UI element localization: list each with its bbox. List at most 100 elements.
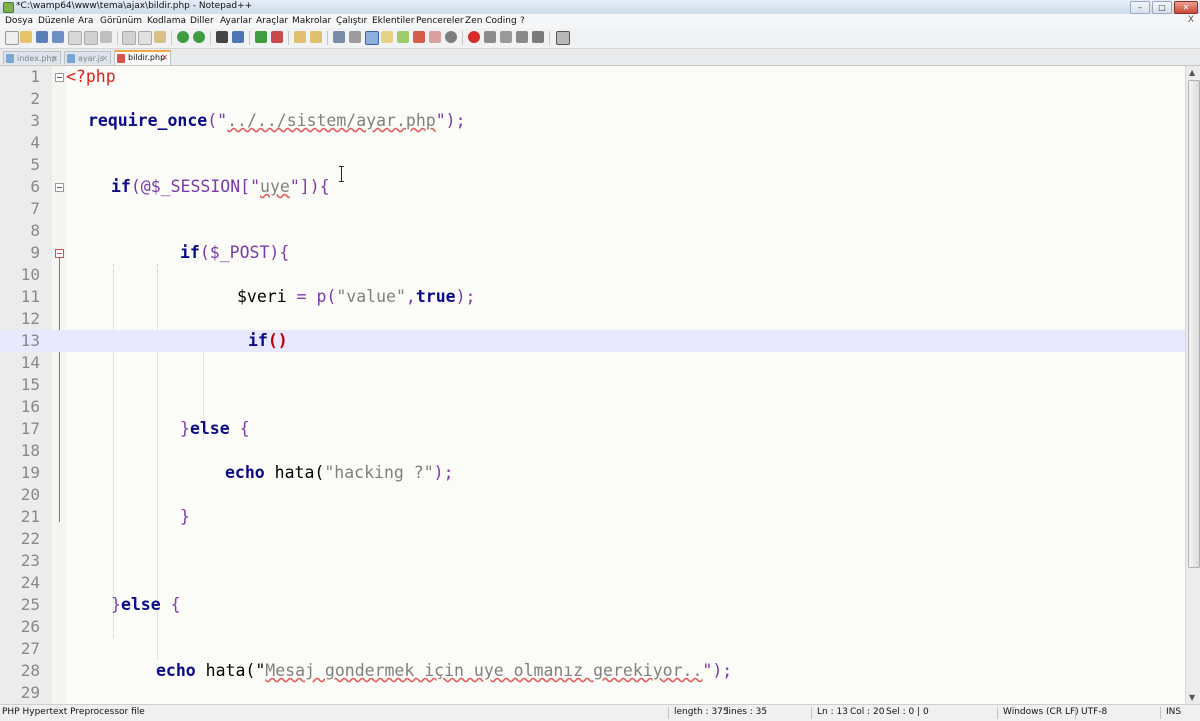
replace-icon[interactable] (232, 31, 244, 43)
zoom-out-icon[interactable] (271, 31, 283, 43)
code-text: if(@$_SESSION["uye"]){ (111, 177, 330, 196)
line-number: 2 (30, 89, 40, 108)
line-number: 28 (20, 661, 40, 680)
status-divider (1075, 707, 1076, 719)
save-macro-icon[interactable] (532, 31, 544, 43)
status-bar: PHP Hypertext Preprocessor file length :… (0, 704, 1200, 721)
code-line: 15 (0, 374, 1185, 396)
modified-file-icon (117, 54, 125, 63)
scrollbar-thumb[interactable] (1188, 80, 1200, 568)
doc-map-icon[interactable] (397, 31, 409, 43)
menu-gorunum[interactable]: Görünüm (100, 16, 142, 26)
tab-close-icon[interactable]: ✕ (101, 52, 108, 65)
menu-calistir[interactable]: Çalıştır (336, 16, 367, 26)
menu-ayarlar[interactable]: Ayarlar (220, 16, 252, 26)
menu-araclar[interactable]: Araçlar (256, 16, 288, 26)
tab-label: ayar.js (78, 54, 105, 63)
scroll-down-icon[interactable]: ▼ (1189, 693, 1195, 702)
menu-makrolar[interactable]: Makrolar (292, 16, 331, 26)
indent-guide-icon[interactable] (365, 31, 379, 45)
sync-horizontal-icon[interactable] (310, 31, 322, 43)
play-macro-icon[interactable] (500, 31, 512, 43)
vertical-scrollbar[interactable]: ▲ ▼ (1185, 66, 1200, 704)
stop-macro-icon[interactable] (484, 31, 496, 43)
find-icon[interactable] (216, 31, 228, 43)
file-icon (67, 54, 75, 63)
new-file-icon[interactable] (5, 31, 19, 45)
word-wrap-icon[interactable] (333, 31, 345, 43)
code-line: 26 (0, 616, 1185, 638)
close-file-icon[interactable] (68, 31, 82, 45)
save-icon[interactable] (36, 31, 48, 43)
close-button[interactable]: ✕ (1174, 1, 1198, 14)
code-text: }else { (180, 419, 250, 438)
code-line: 16 (0, 396, 1185, 418)
minimize-button[interactable]: – (1130, 1, 1150, 14)
code-text: echo hata("hacking ?"); (225, 463, 454, 482)
code-line: 21 } (0, 506, 1185, 528)
tab-close-icon[interactable]: ✕ (51, 52, 58, 65)
line-number: 13 (20, 331, 40, 350)
menu-zen-coding[interactable]: Zen Coding (465, 16, 517, 26)
tab-index-php[interactable]: index.php ✕ (3, 51, 61, 64)
zoom-in-icon[interactable] (255, 31, 267, 43)
code-text: if($_POST){ (180, 243, 290, 262)
fold-toggle-icon[interactable] (55, 249, 64, 258)
sync-vertical-icon[interactable] (294, 31, 306, 43)
tab-bar: index.php ✕ ayar.js ✕ bildir.php ✕ (0, 49, 1200, 66)
spell-check-icon[interactable] (556, 31, 570, 45)
current-line: 13 if() (0, 330, 1185, 352)
cut-icon[interactable] (122, 31, 136, 45)
menu-diller[interactable]: Diller (190, 16, 214, 26)
menu-help[interactable]: ? (520, 16, 525, 26)
notepadpp-icon (3, 2, 14, 13)
user-language-icon[interactable] (381, 31, 393, 43)
fold-toggle-icon[interactable] (55, 183, 64, 192)
scroll-up-icon[interactable]: ▲ (1189, 68, 1195, 77)
close-document-icon[interactable]: X (1188, 15, 1194, 25)
open-file-icon[interactable] (20, 31, 32, 43)
toolbar-separator (171, 31, 172, 45)
copy-icon[interactable] (138, 31, 152, 45)
line-number: 16 (20, 397, 40, 416)
folder-workspace-icon[interactable] (429, 31, 441, 43)
code-line: 1 <?php (0, 66, 1185, 88)
close-all-icon[interactable] (84, 31, 98, 45)
fold-toggle-icon[interactable] (55, 73, 64, 82)
save-all-icon[interactable] (52, 31, 64, 43)
tab-bildir-php[interactable]: bildir.php ✕ (114, 50, 171, 65)
code-line: 28 echo hata("Mesaj gondermek için uye o… (0, 660, 1185, 682)
menu-pencereler[interactable]: Pencereler (416, 16, 464, 26)
code-line: 4 (0, 132, 1185, 154)
menu-ara[interactable]: Ara (78, 16, 93, 26)
function-list-icon[interactable] (413, 31, 425, 43)
line-number: 24 (20, 573, 40, 592)
status-insert-mode: INS (1166, 707, 1182, 717)
status-column: Col : 20 (850, 707, 885, 717)
print-icon[interactable] (100, 31, 112, 43)
line-number: 7 (30, 199, 40, 218)
run-macro-multiple-icon[interactable] (516, 31, 528, 43)
line-number: 19 (20, 463, 40, 482)
code-line: 7 (0, 198, 1185, 220)
line-number: 21 (20, 507, 40, 526)
menu-eklentiler[interactable]: Eklentiler (372, 16, 414, 26)
show-all-chars-icon[interactable] (349, 31, 361, 43)
menu-dosya[interactable]: Dosya (5, 16, 33, 26)
tab-ayar-js[interactable]: ayar.js ✕ (64, 51, 111, 64)
menu-kodlama[interactable]: Kodlama (147, 16, 186, 26)
redo-icon[interactable] (193, 31, 205, 43)
code-editor[interactable]: 1 <?php 2 3 require_once("../../sistem/a… (0, 66, 1185, 704)
code-line: 18 (0, 440, 1185, 462)
paste-icon[interactable] (154, 31, 166, 43)
tab-close-icon[interactable]: ✕ (161, 52, 168, 64)
status-line-num: Ln : 13 (817, 707, 848, 717)
code-line: 6 if(@$_SESSION["uye"]){ (0, 176, 1185, 198)
title-bar: *C:\wamp64\www\tema\ajax\bildir.php - No… (0, 0, 1200, 15)
maximize-button[interactable]: □ (1152, 1, 1172, 14)
undo-icon[interactable] (177, 31, 189, 43)
menu-duzenle[interactable]: Düzenle (38, 16, 75, 26)
status-divider (811, 707, 812, 719)
monitoring-icon[interactable] (445, 31, 457, 43)
record-macro-icon[interactable] (468, 31, 480, 43)
